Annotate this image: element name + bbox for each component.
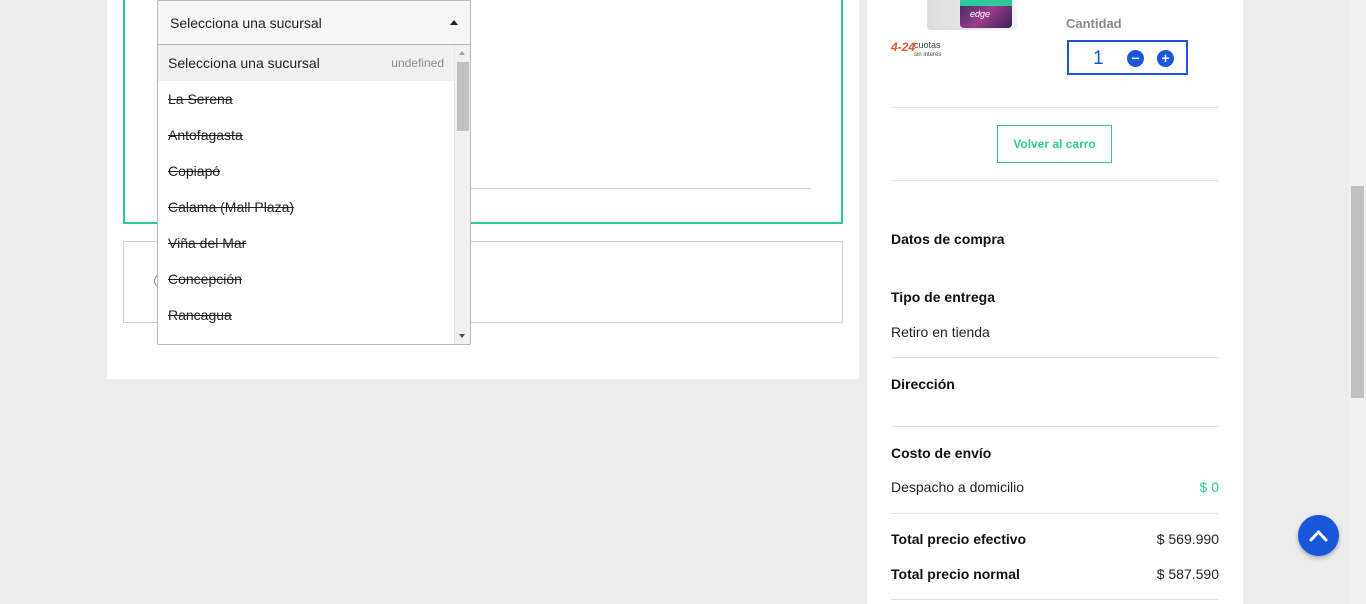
installments-label: cuotas — [914, 40, 941, 50]
delivery-type-title: Tipo de entrega — [891, 289, 995, 305]
scrollbar-thumb[interactable] — [457, 62, 469, 131]
option-label: Copiapó — [168, 163, 221, 179]
chevron-up-icon — [1309, 530, 1328, 542]
page-scrollbar[interactable] — [1349, 0, 1366, 604]
divider — [891, 180, 1219, 181]
branch-select-value: Selecciona una sucursal — [170, 15, 322, 31]
page-scrollbar-thumb[interactable] — [1351, 186, 1364, 398]
option-label: Antofagasta — [168, 127, 243, 143]
installments-sublabel: sin interés — [914, 52, 942, 58]
shipping-value: $ 0 — [1199, 479, 1219, 495]
purchase-data-title: Datos de compra — [891, 231, 1005, 247]
plus-icon[interactable]: + — [1157, 50, 1174, 67]
back-to-cart-button[interactable]: Volver al carro — [997, 125, 1112, 163]
field-underline — [471, 188, 811, 189]
branch-option[interactable]: Antofagasta — [158, 117, 454, 153]
scroll-up-arrow-icon[interactable] — [459, 51, 465, 55]
minus-icon[interactable]: − — [1127, 50, 1144, 67]
order-summary-sidebar: edge 4-24 cuotas sin interés Cantidad 1 … — [867, 0, 1243, 604]
option-label: Rancagua — [168, 307, 232, 323]
divider — [891, 107, 1219, 108]
branch-option[interactable]: Copiapó — [158, 153, 454, 189]
installments-text: cuotas sin interés — [914, 41, 954, 59]
branch-option[interactable]: Viña del Mar — [158, 225, 454, 261]
branch-option[interactable]: Selecciona una sucursal undefined — [158, 45, 454, 81]
dropdown-scrollbar[interactable] — [454, 45, 470, 344]
quantity-stepper: 1 − + — [1067, 40, 1188, 75]
branch-option[interactable]: La Serena — [158, 81, 454, 117]
branch-dropdown-list[interactable]: Selecciona una sucursal undefined La Ser… — [157, 44, 471, 345]
branch-option[interactable]: Calama (Mall Plaza) — [158, 189, 454, 225]
scroll-to-top-button[interactable] — [1298, 515, 1339, 556]
scroll-down-arrow-icon[interactable] — [459, 334, 465, 338]
divider — [891, 426, 1219, 427]
divider — [891, 599, 1219, 600]
shipping-label: Despacho a domicilio — [891, 479, 1025, 495]
option-label: La Serena — [168, 91, 233, 107]
option-label: Calama (Mall Plaza) — [168, 199, 295, 215]
address-title: Dirección — [891, 376, 955, 392]
delivery-type-value: Retiro en tienda — [891, 324, 990, 340]
divider — [891, 357, 1219, 358]
divider — [891, 513, 1219, 514]
quantity-value: 1 — [1093, 48, 1104, 69]
installments-number: 4-24 — [891, 40, 916, 54]
total-normal-value: $ 587.590 — [1156, 566, 1219, 582]
option-label: Concepción — [168, 271, 242, 287]
option-label: Viña del Mar — [168, 235, 247, 251]
total-cash-value: $ 569.990 — [1156, 531, 1219, 547]
total-normal-label: Total precio normal — [891, 566, 1020, 582]
quantity-label: Cantidad — [1066, 16, 1122, 31]
branch-option[interactable]: Rancagua — [158, 297, 454, 333]
branch-option[interactable]: Concepción — [158, 261, 454, 297]
total-cash-label: Total precio efectivo — [891, 531, 1027, 547]
shipping-cost-title: Costo de envío — [891, 445, 992, 461]
installments-logo: 4-24 cuotas sin interés — [891, 38, 941, 58]
option-meta: undefined — [391, 56, 444, 70]
product-image-text: edge — [970, 9, 991, 19]
option-label: Selecciona una sucursal — [168, 55, 320, 71]
caret-up-icon — [450, 20, 458, 25]
product-image: edge — [927, 0, 1017, 30]
promo-badge — [960, 0, 1012, 6]
branch-select[interactable]: Selecciona una sucursal — [157, 0, 471, 44]
